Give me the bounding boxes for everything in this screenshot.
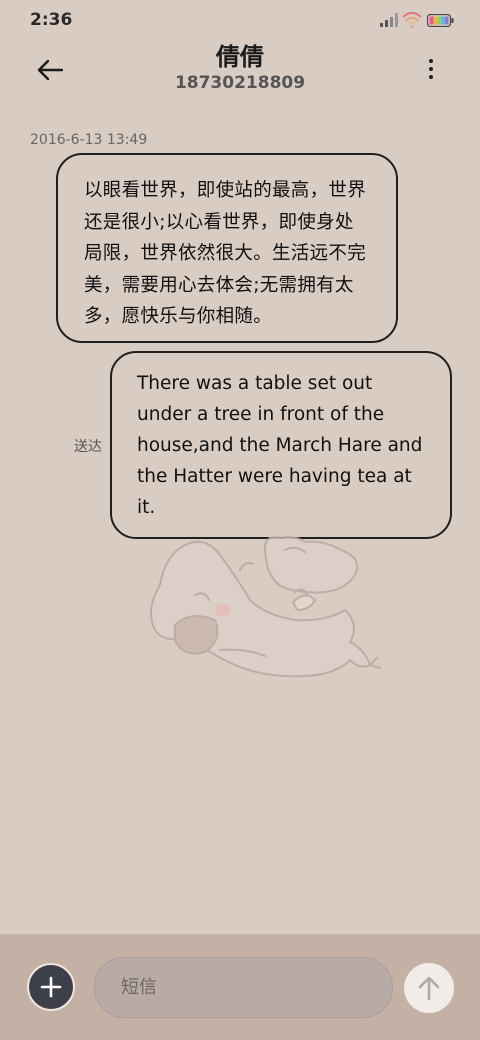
plus-icon (40, 976, 62, 998)
contact-phone-number: 18730218809 (174, 73, 306, 93)
delivery-status: 送达 (74, 439, 102, 455)
incoming-message-bubble[interactable]: 以眼看世界，即使站的最高，世界 还是很小;以心看世界，即使身处 局限，世界依然很… (56, 153, 398, 343)
back-arrow-icon (37, 60, 63, 80)
send-arrow-icon (418, 976, 440, 1001)
outgoing-message-bubble[interactable]: There was a table set out under a tree i… (110, 351, 452, 539)
status-time: 2:36 (30, 10, 73, 30)
back-button[interactable] (30, 50, 70, 90)
message-timestamp: 2016-6-13 13:49 (30, 132, 148, 148)
add-attachment-button[interactable] (27, 963, 75, 1011)
message-input[interactable] (94, 957, 393, 1018)
battery-icon (427, 14, 454, 27)
outgoing-message-text: There was a table set out under a tree i… (137, 373, 423, 518)
conversation-header: 倩倩 18730218809 (110, 42, 370, 94)
more-options-button[interactable] (416, 52, 446, 86)
more-vertical-icon (429, 59, 433, 63)
send-button[interactable] (404, 963, 454, 1013)
incoming-message-text: 以眼看世界，即使站的最高，世界 还是很小;以心看世界，即使身处 局限，世界依然很… (84, 180, 367, 327)
contact-name: 倩倩 (216, 43, 264, 71)
wifi-icon (402, 12, 422, 28)
wallpaper-duck-illustration (150, 536, 381, 678)
status-bar: 2:36 (0, 0, 480, 42)
signal-icon (380, 13, 398, 27)
